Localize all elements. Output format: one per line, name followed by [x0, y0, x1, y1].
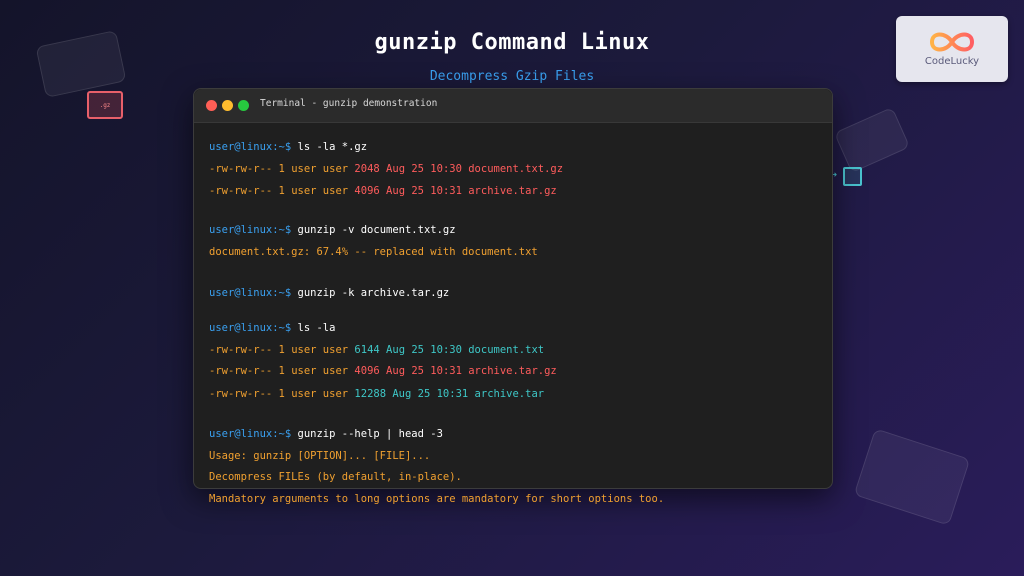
- prompt: user@linux:~$: [209, 428, 292, 440]
- listing-row: -rw-rw-r-- 1 user user 4096 Aug 25 10:31…: [209, 364, 557, 378]
- prompt: user@linux:~$: [209, 287, 292, 299]
- command-output: Mandatory arguments to long options are …: [209, 493, 665, 505]
- file-date: Aug 25 10:31: [386, 365, 462, 377]
- prompt: user@linux:~$: [209, 141, 292, 153]
- file-size: 4096: [354, 365, 380, 377]
- command-line: user@linux:~$ gunzip -v document.txt.gz: [209, 223, 456, 237]
- file-owner: 1 user user: [278, 344, 349, 356]
- command-text: gunzip -v document.txt.gz: [297, 224, 456, 236]
- file-size: 2048: [354, 163, 380, 175]
- prompt: user@linux:~$: [209, 322, 292, 334]
- command-line: user@linux:~$ gunzip -k archive.tar.gz: [209, 286, 449, 300]
- file-permissions: -rw-rw-r--: [209, 344, 273, 356]
- terminal-titlebar: Terminal - gunzip demonstration: [194, 89, 832, 123]
- infinity-logo-icon: [929, 32, 975, 52]
- close-window-button[interactable]: [206, 100, 217, 111]
- listing-row: -rw-rw-r-- 1 user user 4096 Aug 25 10:31…: [209, 184, 557, 198]
- command-text: ls -la *.gz: [297, 141, 368, 153]
- listing-row: -rw-rw-r-- 1 user user 6144 Aug 25 10:30…: [209, 343, 544, 357]
- command-line: user@linux:~$ ls -la *.gz: [209, 140, 367, 154]
- command-line: user@linux:~$ gunzip --help | head -3: [209, 427, 443, 441]
- file-size: 4096: [354, 185, 380, 197]
- file-permissions: -rw-rw-r--: [209, 388, 273, 400]
- page-subtitle: Decompress Gzip Files: [429, 69, 595, 84]
- page-title: gunzip Command Linux: [374, 30, 650, 55]
- file-name: archive.tar: [474, 388, 545, 400]
- brand-name: CodeLucky: [924, 56, 980, 67]
- file-permissions: -rw-rw-r--: [209, 185, 273, 197]
- gz-file-icon: .gz: [87, 91, 123, 119]
- file-date: Aug 25 10:30: [386, 163, 462, 175]
- command-text: gunzip -k archive.tar.gz: [297, 287, 450, 299]
- file-date: Aug 25 10:30: [386, 344, 462, 356]
- command-text: ls -la: [297, 322, 336, 334]
- file-owner: 1 user user: [278, 185, 349, 197]
- file-permissions: -rw-rw-r--: [209, 365, 273, 377]
- file-owner: 1 user user: [278, 365, 349, 377]
- command-line: user@linux:~$ ls -la: [209, 321, 335, 335]
- file-owner: 1 user user: [278, 388, 349, 400]
- terminal-title: Terminal - gunzip demonstration: [260, 98, 438, 109]
- file-date: Aug 25 10:31: [386, 185, 462, 197]
- minimize-window-button[interactable]: [222, 100, 233, 111]
- file-date: Aug 25 10:31: [392, 388, 469, 400]
- gz-file-icon-label: .gz: [99, 101, 111, 109]
- listing-row: -rw-rw-r-- 1 user user 2048 Aug 25 10:30…: [209, 162, 563, 176]
- file-name: archive.tar.gz: [468, 185, 557, 197]
- file-permissions: -rw-rw-r--: [209, 163, 273, 175]
- listing-row: -rw-rw-r-- 1 user user 12288 Aug 25 10:3…: [209, 387, 544, 401]
- maximize-window-button[interactable]: [238, 100, 249, 111]
- decorative-card: [833, 106, 911, 174]
- file-name: archive.tar.gz: [468, 365, 557, 377]
- brand-logo: CodeLucky: [896, 16, 1008, 82]
- command-text: gunzip --help | head -3: [297, 428, 443, 440]
- command-output: document.txt.gz: 67.4% -- replaced with …: [209, 246, 538, 258]
- prompt: user@linux:~$: [209, 224, 292, 236]
- file-size: 12288: [354, 388, 387, 400]
- decorative-card: [853, 428, 971, 526]
- file-icon: [843, 167, 862, 186]
- command-output: Usage: gunzip [OPTION]... [FILE]...: [209, 450, 431, 462]
- file-name: document.txt: [468, 344, 545, 356]
- file-name: document.txt.gz: [468, 163, 564, 175]
- command-output: Decompress FILEs (by default, in-place).: [209, 471, 462, 483]
- file-size: 6144: [354, 344, 380, 356]
- file-owner: 1 user user: [278, 163, 349, 175]
